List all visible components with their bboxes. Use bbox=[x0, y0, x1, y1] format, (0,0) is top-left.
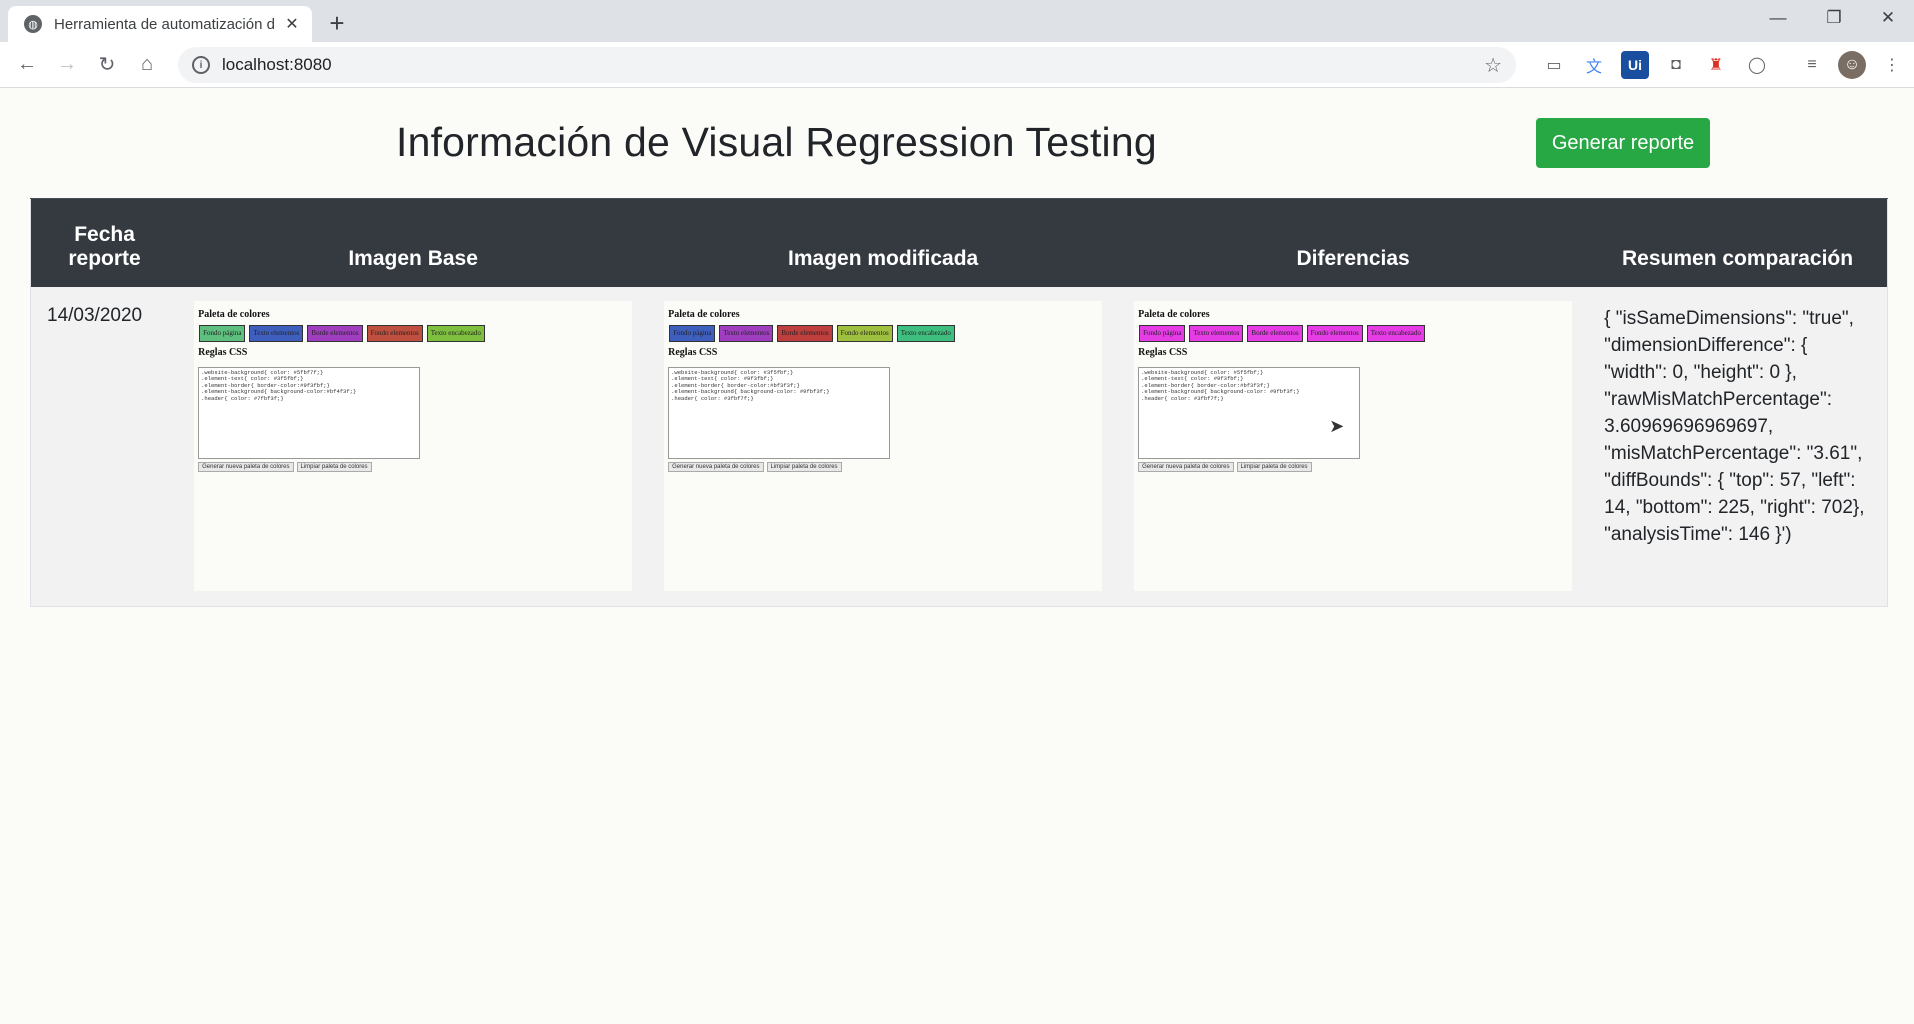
shot-swatch-row: Fondo página Texto elementos Borde element… bbox=[199, 324, 485, 342]
shot-css-textarea: .website-background{ color: #5f5fbf;} .e… bbox=[1138, 366, 1361, 459]
restore-icon[interactable]: ❐ bbox=[1812, 0, 1856, 36]
url-text: localhost:8080 bbox=[222, 55, 332, 74]
shot-generate-button: Generar nueva paleta de colores bbox=[668, 461, 764, 472]
cell-diferencias: Paleta de colores Fondo página Texto eleme… bbox=[1118, 286, 1589, 607]
shot-palette-heading: Paleta de colores bbox=[668, 308, 740, 320]
page-title: Información de Visual Regression Testing bbox=[396, 119, 1157, 165]
cell-resumen: { "isSameDimensions": "true", "dimension… bbox=[1588, 286, 1888, 607]
shot-swatch: Texto elementos bbox=[1189, 324, 1244, 342]
shot-palette-heading: Paleta de colores bbox=[198, 308, 270, 320]
cell-base: Paleta de colores Fondo página Texto eleme… bbox=[178, 286, 649, 607]
shot-clear-button: Limpiar paleta de colores bbox=[766, 461, 842, 472]
shot-buttons: Generar nueva paleta de colores Limpiar p… bbox=[1138, 461, 1312, 472]
shot-swatch: Borde elementos bbox=[307, 324, 363, 342]
shot-swatch: Texto encabezado bbox=[1366, 324, 1425, 342]
shot-swatch-row: Fondo página Texto elementos Borde element… bbox=[1139, 324, 1425, 342]
window-close-icon[interactable]: ✕ bbox=[1866, 0, 1910, 36]
cast-icon[interactable]: ▭ bbox=[1540, 51, 1568, 79]
table-row: 14/03/2020 Paleta de colores Fondo página… bbox=[30, 286, 1888, 607]
browser-tab[interactable]: ◍ Herramienta de automatización d ✕ bbox=[8, 6, 312, 42]
shot-clear-button: Limpiar paleta de colores bbox=[296, 461, 372, 472]
kebab-menu-icon[interactable]: ⋮ bbox=[1878, 51, 1906, 79]
shot-generate-button: Generar nueva paleta de colores bbox=[198, 461, 294, 472]
pocket-icon[interactable]: ◘ bbox=[1662, 51, 1690, 79]
shot-css-textarea: .website-background{ color: #3f5fbf;} .e… bbox=[668, 366, 891, 459]
reload-icon[interactable]: ↻ bbox=[87, 45, 127, 85]
translate-icon[interactable]: 文 bbox=[1580, 51, 1608, 79]
shot-buttons: Generar nueva paleta de colores Limpiar p… bbox=[668, 461, 842, 472]
shot-rules-heading: Reglas CSS bbox=[198, 346, 248, 358]
shot-swatch: Borde elementos bbox=[1247, 324, 1303, 342]
mouse-cursor-icon: ➤ bbox=[1329, 415, 1345, 437]
shot-buttons: Generar nueva paleta de colores Limpiar p… bbox=[198, 461, 372, 472]
shot-palette-heading: Paleta de colores bbox=[1138, 308, 1210, 320]
site-info-icon[interactable]: i bbox=[192, 56, 210, 74]
shot-swatch: Texto elementos bbox=[249, 324, 304, 342]
shot-swatch: Borde elementos bbox=[777, 324, 833, 342]
shot-rules-heading: Reglas CSS bbox=[1138, 346, 1188, 358]
report-date: 14/03/2020 bbox=[47, 304, 143, 326]
header-fecha: Fecha reporte bbox=[30, 198, 179, 287]
ui-extension-icon[interactable]: Ui bbox=[1621, 51, 1649, 79]
report-table: Fecha reporte Imagen Base Imagen modific… bbox=[30, 198, 1888, 607]
browser-tabstrip: ◍ Herramienta de automatización d ✕ + — … bbox=[0, 0, 1914, 42]
globe-icon: ◍ bbox=[24, 15, 42, 33]
header-fecha-line2: reporte bbox=[68, 246, 141, 270]
header-fecha-line1: Fecha bbox=[74, 222, 135, 246]
shot-swatch: Fondo elementos bbox=[1306, 324, 1363, 342]
header-modificada: Imagen modificada bbox=[648, 198, 1119, 287]
shot-swatch: Fondo página bbox=[1139, 324, 1186, 342]
address-bar[interactable]: i localhost:8080 ☆ bbox=[178, 47, 1516, 83]
table-header-row: Fecha reporte Imagen Base Imagen modific… bbox=[30, 198, 1888, 287]
shot-swatch: Fondo página bbox=[669, 324, 716, 342]
header-diferencias: Diferencias bbox=[1118, 198, 1589, 287]
shot-swatch: Fondo página bbox=[199, 324, 246, 342]
shot-swatch: Texto encabezado bbox=[426, 324, 485, 342]
header-resumen: Resumen comparación bbox=[1588, 198, 1888, 287]
lighthouse-icon[interactable]: ♜ bbox=[1702, 51, 1730, 79]
shot-swatch: Fondo elementos bbox=[836, 324, 893, 342]
extension-circle-icon[interactable]: ◯ bbox=[1743, 51, 1771, 79]
media-queue-icon[interactable]: ≡ bbox=[1798, 51, 1826, 79]
cell-fecha: 14/03/2020 bbox=[30, 286, 179, 607]
close-tab-icon[interactable]: ✕ bbox=[282, 14, 302, 34]
diff-image[interactable]: Paleta de colores Fondo página Texto eleme… bbox=[1134, 300, 1573, 591]
browser-toolbar: ← → ↻ ⌂ i localhost:8080 ☆ ▭ 文 Ui ◘ ♜ ◯ … bbox=[0, 42, 1914, 88]
shot-swatch-row: Fondo página Texto elementos Borde element… bbox=[669, 324, 955, 342]
home-icon[interactable]: ⌂ bbox=[127, 45, 167, 85]
shot-generate-button: Generar nueva paleta de colores bbox=[1138, 461, 1234, 472]
shot-rules-heading: Reglas CSS bbox=[668, 346, 718, 358]
minimize-icon[interactable]: — bbox=[1756, 0, 1800, 36]
shot-swatch: Texto elementos bbox=[719, 324, 774, 342]
new-tab-button[interactable]: + bbox=[322, 8, 352, 38]
shot-clear-button: Limpiar paleta de colores bbox=[1236, 461, 1312, 472]
header-base: Imagen Base bbox=[178, 198, 649, 287]
bookmark-star-icon[interactable]: ☆ bbox=[1484, 53, 1502, 78]
forward-icon[interactable]: → bbox=[47, 45, 87, 85]
shot-swatch: Fondo elementos bbox=[366, 324, 423, 342]
modified-image[interactable]: Paleta de colores Fondo página Texto eleme… bbox=[664, 300, 1103, 591]
cell-modificada: Paleta de colores Fondo página Texto eleme… bbox=[648, 286, 1119, 607]
base-image[interactable]: Paleta de colores Fondo página Texto eleme… bbox=[194, 300, 633, 591]
shot-swatch: Texto encabezado bbox=[896, 324, 955, 342]
shot-css-textarea: .website-background{ color: #5fbf7f;} .e… bbox=[198, 366, 421, 459]
tab-title: Herramienta de automatización d bbox=[54, 15, 275, 33]
avatar[interactable]: ☺ bbox=[1838, 51, 1866, 79]
back-icon[interactable]: ← bbox=[7, 45, 47, 85]
generate-report-button[interactable]: Generar reporte bbox=[1536, 118, 1710, 168]
page-content: Información de Visual Regression Testing… bbox=[0, 88, 1914, 1024]
comparison-summary: { "isSameDimensions": "true", "dimension… bbox=[1604, 307, 1865, 545]
